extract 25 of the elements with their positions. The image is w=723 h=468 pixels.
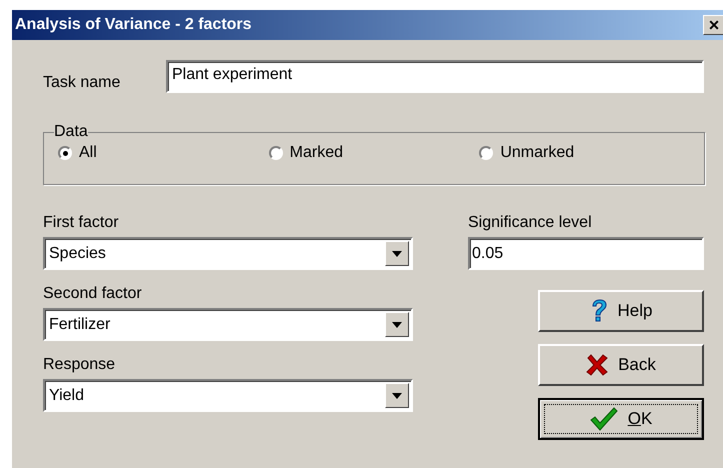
radio-button[interactable] xyxy=(268,146,283,160)
checkmark-icon xyxy=(590,407,618,431)
field-label: Response xyxy=(43,355,116,375)
back-button[interactable]: Back xyxy=(538,344,704,386)
radio-button[interactable] xyxy=(58,146,72,160)
field-label: Significance level xyxy=(468,213,593,233)
dropdown-field[interactable]: Yield xyxy=(43,379,413,412)
ok-button[interactable]: OK xyxy=(538,398,704,440)
radio-option[interactable]: Unmarked xyxy=(479,141,690,165)
dropdown-field[interactable]: Fertilizer xyxy=(43,308,413,341)
significance-field[interactable]: 0.05 xyxy=(468,237,704,270)
window-title: Analysis of Variance - 2 factors xyxy=(15,15,252,35)
help-button[interactable]: Help xyxy=(538,290,704,332)
task-name-field[interactable]: Plant experiment xyxy=(166,60,704,92)
radio-option[interactable]: All xyxy=(58,141,269,165)
dropdown-field[interactable]: Species xyxy=(43,237,413,270)
field-label: Task name xyxy=(43,73,122,93)
field-label: Second factor xyxy=(43,284,143,304)
question-mark-icon xyxy=(590,299,608,323)
close-button[interactable]: × xyxy=(703,15,723,35)
cross-icon xyxy=(586,354,608,376)
radio-option[interactable]: Marked xyxy=(268,141,480,165)
radio-button[interactable] xyxy=(479,146,494,160)
field-label: First factor xyxy=(43,213,120,233)
group-label: Data xyxy=(54,123,88,141)
